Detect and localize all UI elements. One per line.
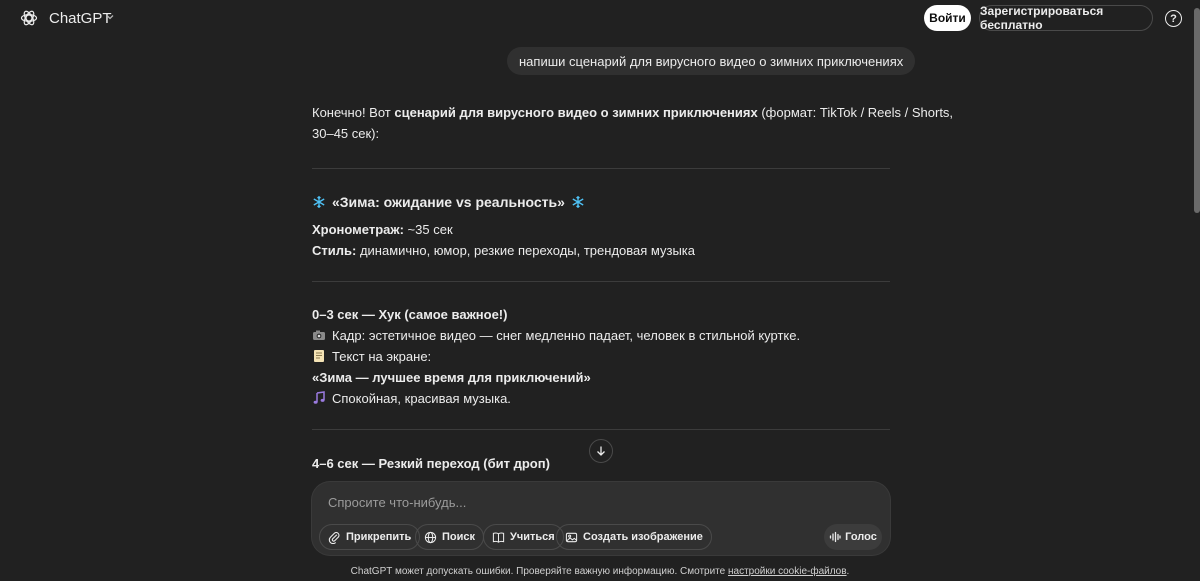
intro-line-1: Конечно! Вот сценарий для вирусного виде… [312,105,953,120]
disclaimer-end: . [846,566,850,577]
script-title-text: «Зима: ожидание vs реальность» [332,194,565,210]
search-label: Поиск [442,531,476,543]
disclaimer-footer: ChatGPT может допускать ошибки. Проверяй… [0,566,1200,577]
attach-label: Прикрепить [346,531,412,543]
paperclip-icon [328,531,340,544]
section-1-frame-text: Кадр: эстетичное видео — снег медленно п… [332,328,801,343]
intro-post: (формат: TikTok / Reels / Shorts, [757,105,954,120]
message-input[interactable]: Спросите что-нибудь... [328,495,466,510]
section-1-heading: 0–3 сек — Хук (самое важное!) [312,307,508,322]
create-image-button[interactable]: Создать изображение [556,524,712,550]
section-1-text-value: «Зима — лучшее время для приключений» [312,370,591,385]
user-message: напиши сценарий для вирусного видео о зи… [507,47,916,75]
section-2-heading: 4–6 сек — Резкий переход (бит дроп) [312,456,550,471]
intro-line-2: 30–45 сек): [312,126,380,141]
intro-pre: Конечно! Вот [312,105,395,120]
section-1-frame: Кадр: эстетичное видео — снег медленно п… [312,328,800,343]
snowflake-icon [313,196,325,208]
divider [312,429,890,430]
top-bar: ChatGPT Войти Зарегистрироваться бесплат… [0,0,1200,38]
arrow-down-icon [597,446,605,456]
login-button[interactable]: Войти [924,5,971,31]
camera-icon [313,330,325,340]
voice-label: Голос [845,531,877,543]
book-icon [492,532,505,543]
study-button[interactable]: Учиться [483,524,564,550]
voice-button[interactable]: Голос [824,524,882,550]
style-line: Стиль: динамично, юмор, резкие переходы,… [312,243,695,258]
divider [312,168,890,169]
image-icon [565,532,578,542]
study-label: Учиться [510,531,555,543]
script-title: «Зима: ожидание vs реальность» [312,194,585,210]
style-label: Стиль: [312,243,357,258]
search-button[interactable]: Поиск [415,524,485,550]
section-1-text-label-line: Текст на экране: [312,349,431,364]
memo-icon [314,350,324,362]
app-title[interactable]: ChatGPT [49,10,112,27]
scroll-down-button[interactable] [589,439,613,463]
music-notes-icon [313,391,325,404]
help-icon[interactable]: ? [1165,10,1182,27]
section-1-text-label: Текст на экране: [332,349,432,364]
signup-button[interactable]: Зарегистрироваться бесплатно [979,4,1153,32]
disclaimer-text: ChatGPT может допускать ошибки. Проверяй… [350,566,728,577]
create-image-label: Создать изображение [583,531,703,543]
scrollbar[interactable] [1192,0,1200,581]
section-1-music: Спокойная, красивая музыка. [332,391,511,406]
chatgpt-logo-icon[interactable] [20,9,38,27]
cookie-settings-link[interactable]: настройки cookie-файлов [728,566,847,577]
duration-line: Хронометраж: ~35 сек [312,222,453,237]
divider [312,281,890,282]
duration-value: ~35 сек [403,222,453,237]
style-value: динамично, юмор, резкие переходы, трендо… [356,243,695,258]
voice-wave-icon [830,531,841,543]
scrollbar-thumb[interactable] [1194,8,1200,213]
snowflake-icon [572,196,584,208]
duration-label: Хронометраж: [312,222,404,237]
section-1-music-line: Спокойная, красивая музыка. [312,391,511,406]
chevron-down-icon[interactable] [105,12,115,22]
intro-bold: сценарий для вирусного видео о зимних пр… [394,105,758,120]
attach-button[interactable]: Прикрепить [319,524,421,550]
composer: Спросите что-нибудь... Прикрепить Поиск … [312,482,890,555]
globe-icon [424,531,437,543]
